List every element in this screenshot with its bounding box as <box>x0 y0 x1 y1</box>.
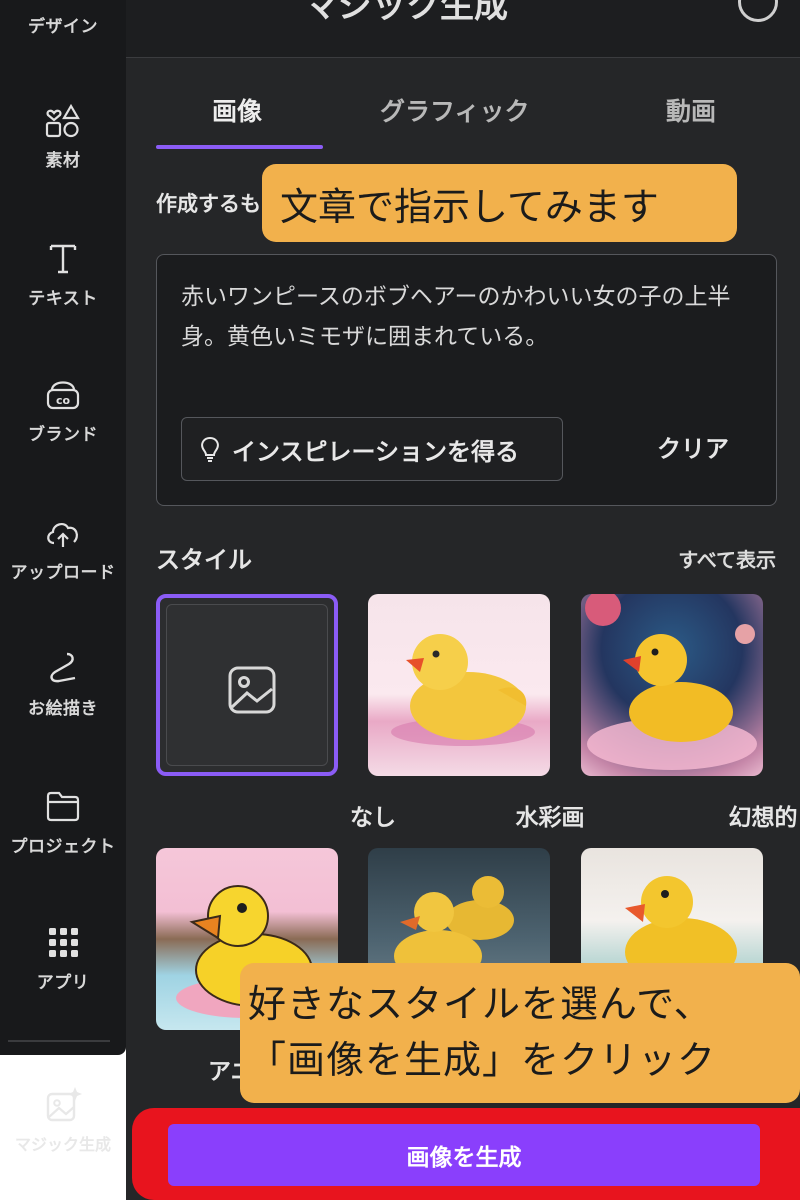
active-tab-indicator <box>156 145 323 149</box>
sidebar-item-label: テキスト <box>28 289 98 309</box>
instruction-callout-top: 文章で指示してみます <box>262 164 737 242</box>
sidebar-divider <box>8 1040 110 1042</box>
tab-video[interactable]: 動画 <box>666 92 716 128</box>
image-placeholder-icon <box>228 666 276 714</box>
show-all-link[interactable]: すべて表示 <box>678 544 776 573</box>
help-icon[interactable] <box>738 0 778 22</box>
style-card-none[interactable] <box>156 594 338 776</box>
panel-header: マジック生成 <box>126 0 800 58</box>
duck-fantasy-image <box>585 594 757 770</box>
tab-image[interactable]: 画像 <box>212 92 262 128</box>
clear-button[interactable]: クリア <box>657 429 729 464</box>
prompt-text[interactable]: 赤いワンピースのボブヘアーのかわいい女の子の上半身。黄色いミモザに囲まれている。 <box>181 277 761 357</box>
style-name-fantasy: 幻想的 <box>728 805 798 831</box>
inspiration-button-label: インスピレーションを得る <box>232 437 520 466</box>
sidebar-item-apps[interactable]: アプリ <box>0 922 126 993</box>
inspiration-button[interactable]: インスピレーションを得る <box>181 417 563 481</box>
elements-icon <box>45 103 80 138</box>
generate-image-button[interactable]: 画像を生成 <box>168 1124 760 1186</box>
sidebar-item-text[interactable]: テキスト <box>0 238 126 309</box>
sidebar-item-label: デザイン <box>28 17 98 37</box>
style-heading: スタイル <box>156 546 252 574</box>
style-card-fantasy[interactable] <box>581 594 763 776</box>
text-icon <box>49 244 77 274</box>
callout-bottom-line1: 好きなスタイルを選んで、 <box>248 982 713 1026</box>
sidebar-item-brand[interactable]: co ブランド <box>0 374 126 445</box>
sidebar-item-label: ブランド <box>28 425 98 445</box>
sidebar-item-design[interactable]: デザイン <box>0 6 126 37</box>
duck-watercolor-image <box>391 634 535 746</box>
sidebar-item-label: プロジェクト <box>10 837 116 857</box>
sidebar-item-magic-generate[interactable]: マジック生成 <box>0 1085 126 1155</box>
sidebar-item-elements[interactable]: 素材 <box>0 100 126 171</box>
magic-image-icon <box>46 1087 82 1122</box>
panel-title: マジック生成 <box>304 0 508 26</box>
style-card-watercolor[interactable] <box>368 594 550 776</box>
sidebar-item-upload[interactable]: アップロード <box>0 512 126 583</box>
prompt-textarea[interactable]: 赤いワンピースのボブヘアーのかわいい女の子の上半身。黄色いミモザに囲まれている。… <box>156 254 777 506</box>
style-name-watercolor: 水彩画 <box>515 805 585 831</box>
sidebar-item-draw[interactable]: お絵描き <box>0 648 126 719</box>
draw-icon <box>50 652 76 683</box>
sidebar-item-label: 素材 <box>45 151 81 171</box>
folder-icon <box>46 791 80 822</box>
sidebar-item-label: お絵描き <box>28 699 98 719</box>
left-sidebar: デザイン 素材 テキスト co ブランド アップロード お絵描き プロジェクト … <box>0 0 126 1055</box>
svg-text:co: co <box>56 394 71 407</box>
style-name-none: なし <box>350 805 396 831</box>
brand-icon: co <box>46 381 80 410</box>
instruction-callout-bottom: 好きなスタイルを選んで、 「画像を生成」をクリック <box>240 963 800 1103</box>
callout-bottom-line2: 「画像を生成」をクリック <box>248 1038 717 1082</box>
sidebar-item-label: アプリ <box>36 973 90 993</box>
sidebar-item-projects[interactable]: プロジェクト <box>0 786 126 857</box>
sidebar-item-label: マジック生成 <box>14 1135 111 1154</box>
upload-cloud-icon <box>47 522 78 547</box>
sidebar-item-label: アップロード <box>10 563 116 583</box>
style-card-none-inner <box>166 604 328 766</box>
tab-graphic[interactable]: グラフィック <box>380 92 530 128</box>
lightbulb-icon <box>201 436 219 462</box>
apps-grid-icon <box>49 928 78 957</box>
